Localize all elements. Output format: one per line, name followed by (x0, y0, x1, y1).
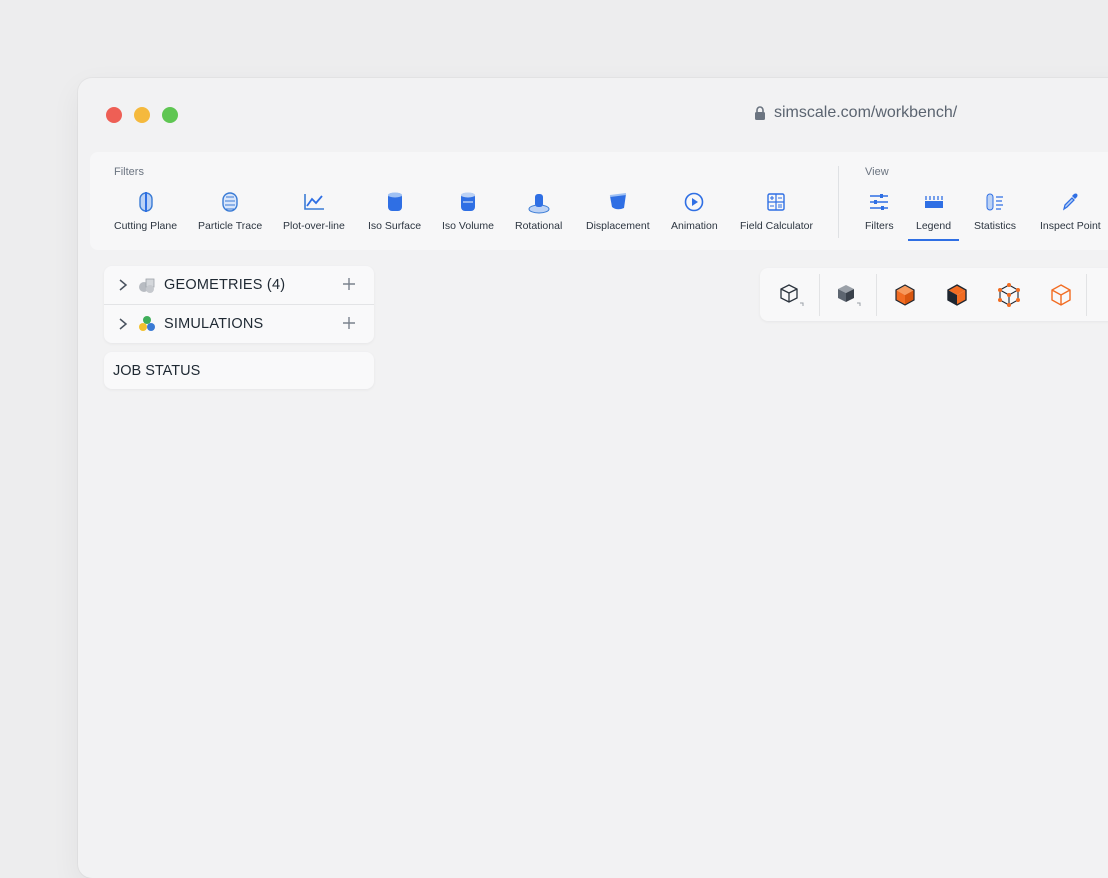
tool-legend[interactable]: Legend (907, 190, 960, 241)
tool-statistics[interactable]: Statistics (974, 190, 1016, 232)
close-window-button[interactable] (106, 107, 122, 123)
minimize-window-button[interactable] (134, 107, 150, 123)
tool-iso-volume[interactable]: Iso Volume (442, 190, 494, 232)
separator (819, 274, 820, 316)
tool-view-filters[interactable]: Filters (865, 190, 894, 232)
separator (876, 274, 877, 316)
tool-animation[interactable]: Animation (671, 190, 718, 232)
tree-item-simulations[interactable]: SIMULATIONS (104, 304, 374, 343)
tool-particle-trace[interactable]: Particle Trace (198, 190, 262, 232)
sliders-icon (867, 190, 891, 214)
job-status-label: JOB STATUS (113, 362, 201, 379)
displacement-icon (606, 190, 630, 214)
iso-volume-icon (456, 190, 480, 214)
filters-group-label: Filters (114, 166, 144, 178)
cube-wireframe-orange-icon[interactable] (1048, 282, 1074, 308)
simulations-icon (138, 315, 156, 337)
plot-over-line-icon (302, 190, 326, 214)
cube-solid-icon[interactable] (835, 282, 861, 308)
iso-surface-icon (383, 190, 407, 214)
view-controls-bar (760, 268, 1108, 321)
cube-vertices-icon[interactable] (996, 282, 1022, 308)
cutting-plane-icon (134, 190, 158, 214)
tool-displacement[interactable]: Displacement (586, 190, 650, 232)
particle-trace-icon (218, 190, 242, 214)
maximize-window-button[interactable] (162, 107, 178, 123)
cube-orange-faces-icon[interactable] (892, 282, 918, 308)
view-group-label: View (865, 166, 889, 178)
browser-window: simscale.com/workbench/ Filters View Cut… (78, 78, 1108, 878)
tree-item-geometries[interactable]: GEOMETRIES (4) (104, 266, 374, 304)
tool-iso-surface[interactable]: Iso Surface (368, 190, 421, 232)
add-geometry-icon[interactable] (342, 277, 356, 295)
address-bar[interactable]: simscale.com/workbench/ (754, 104, 957, 122)
tool-inspect-point[interactable]: Inspect Point (1040, 190, 1101, 232)
tool-field-calculator[interactable]: Field Calculator (740, 190, 813, 232)
project-tree: GEOMETRIES (4) SIMULATIONS (104, 266, 374, 343)
eyedropper-icon (1058, 190, 1082, 214)
geometries-icon (138, 276, 156, 298)
tool-cutting-plane[interactable]: Cutting Plane (114, 190, 177, 232)
animation-icon (682, 190, 706, 214)
statistics-icon (983, 190, 1007, 214)
url-text: simscale.com/workbench/ (774, 104, 958, 121)
chevron-right-icon[interactable] (118, 278, 128, 296)
tree-item-count: (4) (266, 277, 286, 293)
job-status-panel[interactable]: JOB STATUS (104, 352, 374, 389)
tree-item-label: GEOMETRIES (164, 277, 263, 293)
add-simulation-icon[interactable] (342, 316, 356, 334)
legend-icon (922, 190, 946, 214)
tree-item-label: SIMULATIONS (164, 316, 264, 332)
tool-rotational[interactable]: Rotational (515, 190, 562, 232)
separator (1086, 274, 1087, 316)
toolbar-divider (838, 166, 839, 238)
tool-plot-over-line[interactable]: Plot-over-line (283, 190, 345, 232)
post-processing-toolbar: Filters View Cutting Plane Particle Trac… (90, 152, 1108, 250)
cube-outline-icon[interactable] (778, 282, 804, 308)
lock-icon (754, 105, 766, 121)
cube-orange-edges-icon[interactable] (944, 282, 970, 308)
field-calculator-icon (764, 190, 788, 214)
chevron-right-icon[interactable] (118, 317, 128, 335)
rotational-icon (527, 190, 551, 214)
